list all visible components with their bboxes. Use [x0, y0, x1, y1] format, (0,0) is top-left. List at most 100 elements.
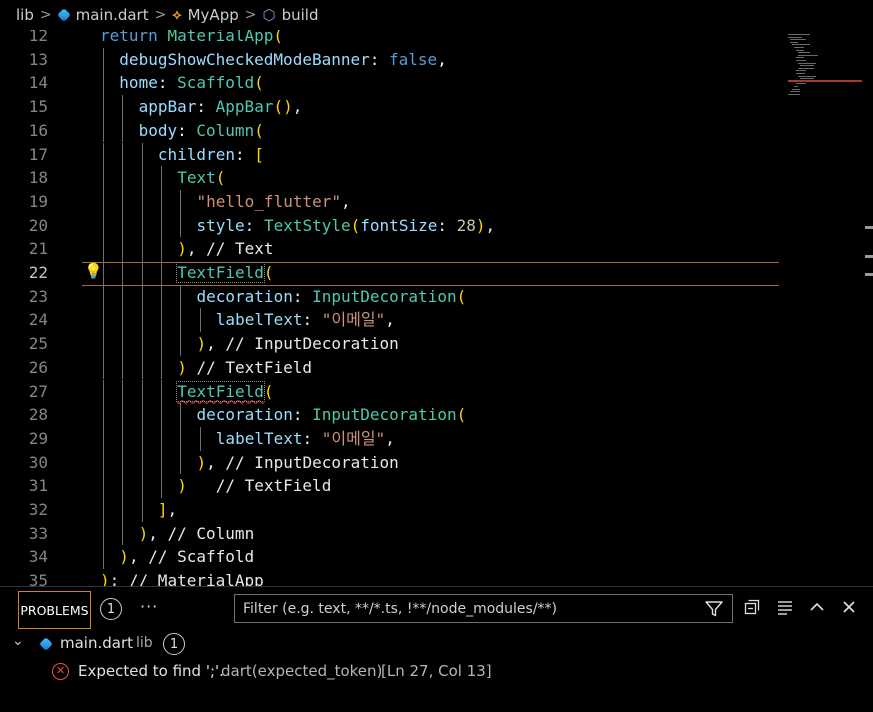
chevron-down-icon[interactable]: ⌄: [12, 633, 24, 649]
problems-filter-input[interactable]: [234, 594, 733, 623]
problems-count-badge: 1: [100, 598, 122, 620]
indent-guide: [122, 450, 124, 475]
indent-guide: [180, 450, 182, 475]
tab-problems[interactable]: PROBLEMS: [18, 591, 91, 629]
indent-guide: [141, 450, 143, 475]
breadcrumb-item-myapp[interactable]: MyApp: [188, 6, 239, 24]
line-number: 33: [28, 523, 48, 543]
code-line: 32],: [0, 498, 780, 522]
indent-guide: [141, 213, 143, 238]
breadcrumb-item-main-dart[interactable]: main.dart: [76, 6, 149, 24]
maximize-panel-chevron-up-icon[interactable]: [807, 597, 827, 617]
collapse-all-icon[interactable]: [742, 597, 762, 617]
code-line: 13 debugShowCheckedModeBanner: false,: [0, 47, 780, 72]
indent-guide: [180, 284, 182, 309]
code-text: ), // InputDecoration: [196, 334, 399, 354]
indent-guide: [141, 498, 143, 522]
code-line: 24 labelText: "이메일",: [0, 308, 780, 333]
code-text: Text(: [177, 168, 226, 188]
indent-guide: [160, 379, 162, 404]
line-number: 34: [28, 547, 48, 567]
indent-guide: [160, 237, 162, 261]
code-line: 26) // TextField: [0, 355, 780, 380]
more-actions-icon[interactable]: ···: [140, 597, 158, 616]
code-text: "hello_flutter",: [196, 191, 351, 211]
method-cube-icon: ⬡: [262, 6, 276, 24]
error-location: [Ln 27, Col 13]: [381, 662, 492, 680]
indent-guide: [141, 308, 143, 333]
code-line: 17 children: [: [0, 142, 780, 167]
indent-guide: [103, 261, 104, 285]
code-text: home: Scaffold(: [119, 73, 264, 93]
indent-guide: [160, 166, 162, 190]
minimap-line: [796, 49, 804, 51]
code-line: 35); // MaterialApp: [0, 569, 780, 586]
minimap-error-marker: [788, 80, 862, 82]
indent-guide: [103, 237, 104, 261]
close-panel-icon[interactable]: [839, 597, 859, 617]
line-number: 14: [28, 73, 48, 93]
indent-guide: [103, 379, 104, 404]
code-text: ), // Text: [177, 239, 274, 259]
filter-funnel-icon[interactable]: [704, 599, 724, 619]
line-number: 25: [28, 334, 48, 354]
code-text: decoration: InputDecoration(: [196, 286, 467, 306]
indent-guide: [122, 118, 124, 143]
breadcrumb-item-lib[interactable]: lib: [16, 6, 34, 24]
code-line: 19 "hello_flutter",: [0, 189, 780, 214]
line-number: 15: [28, 97, 48, 117]
line-number: 13: [28, 49, 48, 69]
code-text: TextField(: [176, 262, 274, 283]
indent-guide: [103, 308, 104, 333]
indent-guide: [103, 545, 104, 570]
scrollbar-marker: [865, 226, 873, 229]
minimap-line: [794, 47, 804, 48]
code-text: decoration: InputDecoration(: [196, 405, 467, 425]
error-message[interactable]: Expected to find ';'.: [78, 662, 224, 680]
indent-guide: [141, 142, 143, 167]
code-text: appBar: AppBar(),: [138, 97, 303, 117]
indent-guide: [122, 213, 124, 238]
minimap-line: [790, 39, 806, 41]
minimap-line: [788, 34, 810, 35]
breadcrumb-item-build[interactable]: build: [282, 6, 319, 24]
code-text: ],: [157, 500, 178, 519]
indent-guide: [141, 355, 143, 380]
minimap-line: [794, 86, 798, 87]
code-text: return MaterialApp(: [100, 30, 284, 45]
indent-guide: [160, 261, 162, 285]
problem-file-name[interactable]: main.dart: [60, 634, 133, 652]
indent-guide: [103, 118, 104, 143]
code-line: 22 TextField(: [0, 261, 780, 285]
minimap-line: [796, 83, 806, 85]
indent-guide: [160, 474, 162, 498]
line-number: 31: [28, 476, 48, 496]
indent-guide: [160, 308, 162, 333]
minimap-line: [798, 75, 816, 77]
scrollbar-marker: [865, 273, 873, 276]
code-editor[interactable]: 💡 12 return MaterialApp(13 debugShowChecke…: [0, 30, 873, 586]
view-as-list-icon[interactable]: [775, 597, 795, 617]
code-line: 14 home: Scaffold(: [0, 71, 780, 96]
indent-guide: [103, 95, 104, 119]
code-text: ); // MaterialApp: [100, 571, 264, 586]
problem-file-dir: lib: [136, 635, 153, 651]
code-text: ), // Scaffold: [119, 547, 255, 567]
line-number: 30: [28, 452, 48, 472]
minimap[interactable]: [780, 30, 873, 586]
indent-guide: [122, 521, 124, 546]
indent-guide: [122, 355, 124, 380]
indent-guide: [160, 213, 162, 238]
code-text: labelText: "이메일",: [215, 428, 395, 448]
indent-guide: [160, 355, 162, 380]
indent-guide: [160, 403, 162, 427]
dart-file-icon: [56, 8, 71, 22]
indent-guide: [103, 355, 104, 380]
indent-guide: [122, 426, 124, 451]
line-number: 21: [28, 239, 48, 259]
error-icon: ✕: [52, 663, 69, 680]
minimap-line: [798, 67, 814, 69]
indent-guide: [122, 142, 124, 167]
indent-guide: [180, 189, 182, 214]
indent-guide: [122, 403, 124, 427]
